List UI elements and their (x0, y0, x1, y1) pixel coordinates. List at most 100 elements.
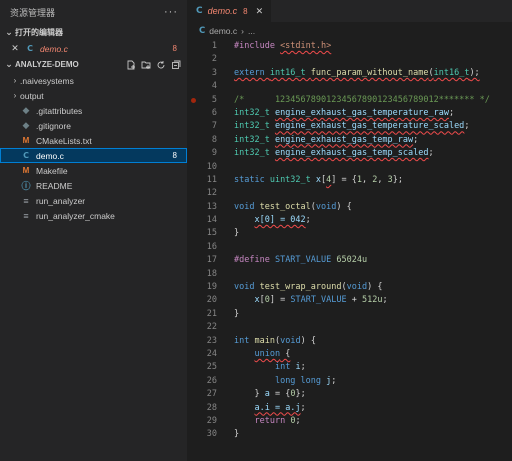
code-line[interactable]: 19 void test_wrap_around(void) { (189, 281, 512, 294)
glyph-margin[interactable] (189, 254, 201, 267)
open-editors-section-header[interactable]: ⌄ 打开的编辑器 (0, 24, 187, 41)
glyph-margin[interactable] (189, 174, 201, 187)
glyph-margin[interactable] (189, 161, 201, 174)
code-line[interactable]: 2 (189, 53, 512, 66)
text-file-icon: ≡ (23, 210, 29, 221)
glyph-margin[interactable] (189, 308, 201, 321)
tree-item-run-analyzer-cmake[interactable]: ≡ run_analyzer_cmake (0, 208, 187, 223)
code-line[interactable]: 4 (189, 80, 512, 93)
glyph-margin[interactable] (189, 120, 201, 133)
glyph-margin[interactable] (189, 281, 201, 294)
code-token: } (234, 228, 240, 239)
close-icon[interactable]: ✕ (256, 6, 264, 17)
glyph-margin[interactable] (189, 375, 201, 388)
tree-item-run-analyzer[interactable]: ≡ run_analyzer (0, 193, 187, 208)
glyph-margin[interactable] (189, 268, 201, 281)
code-line[interactable]: 6 int32_t engine_exhaust_gas_temperature_… (189, 107, 512, 120)
refresh-icon[interactable] (156, 60, 166, 70)
glyph-margin[interactable] (189, 40, 201, 53)
c-file-icon: C (199, 26, 206, 36)
tree-item-makefile[interactable]: M Makefile (0, 163, 187, 178)
more-actions-button[interactable]: ··· (164, 6, 178, 18)
glyph-margin[interactable] (189, 134, 201, 147)
code-token: ; (300, 362, 306, 373)
code-line[interactable]: 25 int i; (189, 361, 512, 374)
glyph-margin[interactable] (189, 53, 201, 66)
code-line[interactable]: 12 (189, 187, 512, 200)
close-icon[interactable]: ✕ (10, 43, 20, 54)
code-line[interactable]: 11 static uint32_t x[4] = {1, 2, 3}; (189, 174, 512, 187)
tree-item-readme[interactable]: ⓘ README (0, 178, 187, 193)
glyph-margin[interactable] (189, 428, 201, 441)
code-text: #define START_VALUE 65024u (217, 254, 367, 267)
glyph-margin[interactable] (189, 241, 201, 254)
tab-demo-c[interactable]: C demo.c 8 ✕ (189, 0, 273, 22)
code-line[interactable]: 17 #define START_VALUE 65024u (189, 254, 512, 267)
glyph-margin[interactable] (189, 335, 201, 348)
breadcrumb-file[interactable]: demo.c (209, 26, 237, 36)
code-line[interactable]: 22 (189, 321, 512, 334)
code-line[interactable]: 8 int32_t engine_exhaust_gas_temp_raw; (189, 134, 512, 147)
code-token: , (377, 174, 388, 185)
code-token: #define (234, 255, 275, 266)
code-line[interactable]: 10 (189, 161, 512, 174)
code-line[interactable]: 7 int32_t engine_exhaust_gas_temperature_… (189, 120, 512, 133)
new-folder-icon[interactable] (141, 60, 151, 70)
code-line[interactable]: 23 int main(void) { (189, 335, 512, 348)
c-file-icon: C (196, 6, 203, 16)
tree-item-output[interactable]: › output (0, 88, 187, 103)
breakpoint-icon[interactable] (191, 97, 196, 103)
glyph-margin[interactable] (189, 201, 201, 214)
breadcrumb-more[interactable]: ... (248, 26, 255, 36)
glyph-margin[interactable] (189, 80, 201, 93)
glyph-margin[interactable] (189, 187, 201, 200)
code-line[interactable]: 1 #include <stdint.h> (189, 40, 512, 53)
code-line[interactable]: 27 } a = {0}; (189, 388, 512, 401)
new-file-icon[interactable] (126, 60, 136, 70)
project-section-header[interactable]: ⌄ ANALYZE-DEMO (0, 56, 187, 73)
collapse-all-icon[interactable] (171, 60, 181, 70)
code-line[interactable]: 24 union { (189, 348, 512, 361)
glyph-margin[interactable] (189, 321, 201, 334)
glyph-margin[interactable] (189, 361, 201, 374)
code-line[interactable]: 3 extern int16_t func_param_without_name(… (189, 67, 512, 80)
tree-item-naivesystems[interactable]: › .naivesystems (0, 73, 187, 88)
glyph-margin[interactable] (189, 348, 201, 361)
code-line[interactable]: 9 int32_t engine_exhaust_gas_temp_scaled; (189, 147, 512, 160)
glyph-margin[interactable] (189, 147, 201, 160)
tree-item-cmakelists[interactable]: M CMakeLists.txt (0, 133, 187, 148)
code-line[interactable]: 28 a.i = a.j; (189, 402, 512, 415)
code-line[interactable]: 21} (189, 308, 512, 321)
code-line[interactable]: 30} (189, 428, 512, 441)
code-token: int16_t (433, 67, 470, 78)
glyph-margin[interactable] (189, 67, 201, 80)
code-token: ] = (269, 295, 291, 306)
line-number: 5 (211, 94, 217, 105)
tree-item-gitattributes[interactable]: ◆ .gitattributes (0, 103, 187, 118)
glyph-margin[interactable] (189, 107, 201, 120)
code-line[interactable]: 26 long long j; (189, 375, 512, 388)
glyph-margin[interactable] (189, 227, 201, 240)
tree-item-demo-c[interactable]: C demo.c 8 (0, 148, 187, 163)
glyph-margin[interactable] (189, 388, 201, 401)
code-line[interactable]: 18 (189, 268, 512, 281)
line-number: 26 (206, 375, 217, 386)
glyph-margin[interactable] (189, 214, 201, 227)
tree-item-gitignore[interactable]: ◆ .gitignore (0, 118, 187, 133)
code-line[interactable]: 20 x[0] = START_VALUE + 512u; (189, 294, 512, 307)
open-editor-item-demo-c[interactable]: ✕ C demo.c 8 (0, 41, 187, 56)
glyph-margin[interactable] (189, 415, 201, 428)
glyph-margin[interactable] (189, 94, 201, 107)
code-editor[interactable]: 1 #include <stdint.h> 2 3 extern int16_t fun… (189, 40, 512, 442)
glyph-margin[interactable] (189, 294, 201, 307)
code-line[interactable]: 15} (189, 227, 512, 240)
glyph-margin[interactable] (189, 402, 201, 415)
code-line[interactable]: 5 /* 12345678901234567890123456789012****… (189, 94, 512, 107)
code-line[interactable]: 13 void test_octal(void) { (189, 201, 512, 214)
code-line[interactable]: 16 (189, 241, 512, 254)
line-number: 17 (206, 255, 217, 266)
code-line[interactable]: 14 x[0] = 042; (189, 214, 512, 227)
code-line[interactable]: 29 return 0; (189, 415, 512, 428)
line-number: 7 (211, 121, 217, 132)
